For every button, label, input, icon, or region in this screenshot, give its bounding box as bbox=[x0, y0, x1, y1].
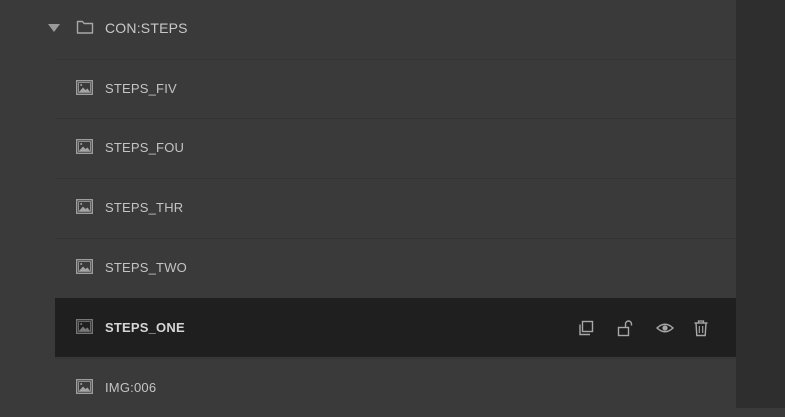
layer-label: STEPS_THR bbox=[105, 200, 184, 215]
delete-icon[interactable] bbox=[692, 319, 710, 337]
image-icon bbox=[76, 199, 93, 214]
visibility-icon[interactable] bbox=[656, 319, 674, 337]
image-icon bbox=[76, 259, 93, 274]
layer-label: IMG:006 bbox=[105, 380, 157, 395]
layer-row-steps-two[interactable]: STEPS_TWO bbox=[55, 238, 736, 297]
layer-row-steps-fiv[interactable]: STEPS_FIV bbox=[55, 59, 736, 118]
layer-label: STEPS_ONE bbox=[105, 320, 185, 335]
layer-row-img-006[interactable]: IMG:006 bbox=[55, 358, 736, 417]
layer-row-steps-one[interactable]: STEPS_ONE bbox=[55, 298, 736, 357]
image-icon bbox=[76, 80, 93, 95]
right-panel-edge bbox=[736, 0, 785, 408]
layers-panel: CON:STEPS STEPS_FIV STEPS_FOU STEPS_THR bbox=[0, 0, 736, 408]
folder-label: CON:STEPS bbox=[105, 20, 188, 36]
folder-icon bbox=[76, 20, 94, 34]
chevron-down-icon[interactable] bbox=[48, 24, 60, 32]
unlock-icon[interactable] bbox=[616, 319, 634, 337]
layer-label: STEPS_FOU bbox=[105, 140, 185, 155]
layer-label: STEPS_TWO bbox=[105, 260, 187, 275]
image-icon bbox=[76, 379, 93, 394]
duplicate-icon[interactable] bbox=[577, 319, 595, 337]
layer-row-steps-thr[interactable]: STEPS_THR bbox=[55, 178, 736, 237]
folder-row-con-steps[interactable]: CON:STEPS bbox=[0, 0, 736, 58]
image-icon bbox=[76, 319, 93, 334]
layer-row-steps-fou[interactable]: STEPS_FOU bbox=[55, 118, 736, 177]
image-icon bbox=[76, 139, 93, 154]
layer-label: STEPS_FIV bbox=[105, 81, 177, 96]
